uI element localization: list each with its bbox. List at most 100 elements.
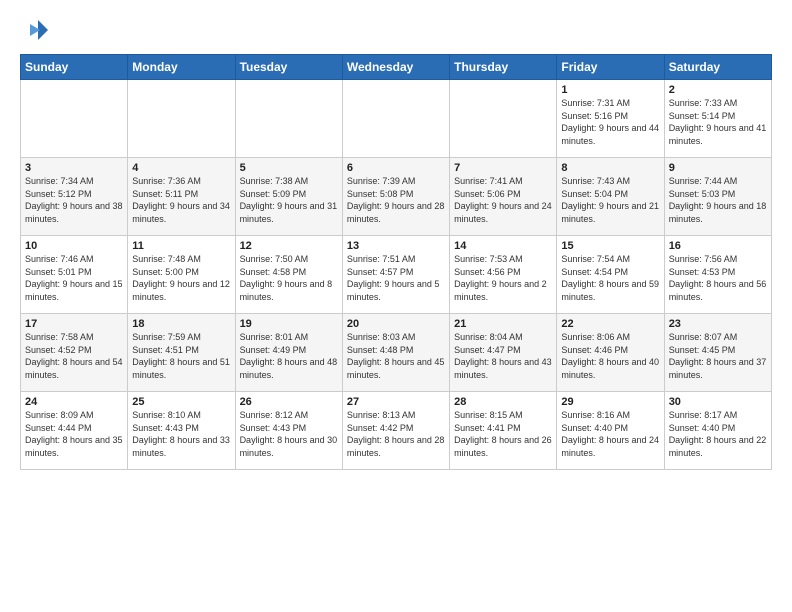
day-number: 10 [25, 240, 123, 252]
calendar-cell: 15Sunrise: 7:54 AM Sunset: 4:54 PM Dayli… [557, 236, 664, 314]
day-number: 6 [347, 162, 445, 174]
day-number: 19 [240, 318, 338, 330]
day-number: 4 [132, 162, 230, 174]
day-number: 25 [132, 396, 230, 408]
calendar-table: SundayMondayTuesdayWednesdayThursdayFrid… [20, 54, 772, 470]
day-number: 27 [347, 396, 445, 408]
page-container: SundayMondayTuesdayWednesdayThursdayFrid… [0, 0, 792, 480]
day-number: 3 [25, 162, 123, 174]
header-cell-wednesday: Wednesday [342, 55, 449, 80]
calendar-cell: 16Sunrise: 7:56 AM Sunset: 4:53 PM Dayli… [664, 236, 771, 314]
calendar-cell: 17Sunrise: 7:58 AM Sunset: 4:52 PM Dayli… [21, 314, 128, 392]
calendar-cell: 9Sunrise: 7:44 AM Sunset: 5:03 PM Daylig… [664, 158, 771, 236]
day-info: Sunrise: 7:50 AM Sunset: 4:58 PM Dayligh… [240, 253, 338, 303]
day-info: Sunrise: 7:48 AM Sunset: 5:00 PM Dayligh… [132, 253, 230, 303]
calendar-week-1: 1Sunrise: 7:31 AM Sunset: 5:16 PM Daylig… [21, 80, 772, 158]
day-info: Sunrise: 8:13 AM Sunset: 4:42 PM Dayligh… [347, 409, 445, 459]
calendar-cell: 29Sunrise: 8:16 AM Sunset: 4:40 PM Dayli… [557, 392, 664, 470]
calendar-cell: 23Sunrise: 8:07 AM Sunset: 4:45 PM Dayli… [664, 314, 771, 392]
calendar-cell: 24Sunrise: 8:09 AM Sunset: 4:44 PM Dayli… [21, 392, 128, 470]
day-info: Sunrise: 8:06 AM Sunset: 4:46 PM Dayligh… [561, 331, 659, 381]
calendar-cell: 11Sunrise: 7:48 AM Sunset: 5:00 PM Dayli… [128, 236, 235, 314]
day-info: Sunrise: 7:56 AM Sunset: 4:53 PM Dayligh… [669, 253, 767, 303]
calendar-cell: 30Sunrise: 8:17 AM Sunset: 4:40 PM Dayli… [664, 392, 771, 470]
header [20, 16, 772, 44]
day-number: 24 [25, 396, 123, 408]
calendar-week-2: 3Sunrise: 7:34 AM Sunset: 5:12 PM Daylig… [21, 158, 772, 236]
calendar-cell: 27Sunrise: 8:13 AM Sunset: 4:42 PM Dayli… [342, 392, 449, 470]
day-number: 8 [561, 162, 659, 174]
calendar-cell: 13Sunrise: 7:51 AM Sunset: 4:57 PM Dayli… [342, 236, 449, 314]
day-number: 15 [561, 240, 659, 252]
header-cell-thursday: Thursday [450, 55, 557, 80]
calendar-cell: 8Sunrise: 7:43 AM Sunset: 5:04 PM Daylig… [557, 158, 664, 236]
day-info: Sunrise: 8:16 AM Sunset: 4:40 PM Dayligh… [561, 409, 659, 459]
calendar-cell: 4Sunrise: 7:36 AM Sunset: 5:11 PM Daylig… [128, 158, 235, 236]
calendar-cell: 5Sunrise: 7:38 AM Sunset: 5:09 PM Daylig… [235, 158, 342, 236]
header-cell-tuesday: Tuesday [235, 55, 342, 80]
day-info: Sunrise: 8:04 AM Sunset: 4:47 PM Dayligh… [454, 331, 552, 381]
header-cell-monday: Monday [128, 55, 235, 80]
calendar-cell: 7Sunrise: 7:41 AM Sunset: 5:06 PM Daylig… [450, 158, 557, 236]
header-cell-saturday: Saturday [664, 55, 771, 80]
calendar-cell: 18Sunrise: 7:59 AM Sunset: 4:51 PM Dayli… [128, 314, 235, 392]
calendar-cell: 26Sunrise: 8:12 AM Sunset: 4:43 PM Dayli… [235, 392, 342, 470]
day-info: Sunrise: 7:39 AM Sunset: 5:08 PM Dayligh… [347, 175, 445, 225]
day-number: 29 [561, 396, 659, 408]
day-number: 22 [561, 318, 659, 330]
calendar-cell: 1Sunrise: 7:31 AM Sunset: 5:16 PM Daylig… [557, 80, 664, 158]
day-info: Sunrise: 7:59 AM Sunset: 4:51 PM Dayligh… [132, 331, 230, 381]
calendar-header-row: SundayMondayTuesdayWednesdayThursdayFrid… [21, 55, 772, 80]
day-number: 23 [669, 318, 767, 330]
day-number: 2 [669, 84, 767, 96]
day-number: 20 [347, 318, 445, 330]
day-info: Sunrise: 7:54 AM Sunset: 4:54 PM Dayligh… [561, 253, 659, 303]
calendar-cell [342, 80, 449, 158]
calendar-week-4: 17Sunrise: 7:58 AM Sunset: 4:52 PM Dayli… [21, 314, 772, 392]
day-info: Sunrise: 8:12 AM Sunset: 4:43 PM Dayligh… [240, 409, 338, 459]
calendar-cell: 25Sunrise: 8:10 AM Sunset: 4:43 PM Dayli… [128, 392, 235, 470]
day-number: 12 [240, 240, 338, 252]
day-number: 9 [669, 162, 767, 174]
day-info: Sunrise: 7:44 AM Sunset: 5:03 PM Dayligh… [669, 175, 767, 225]
calendar-cell: 6Sunrise: 7:39 AM Sunset: 5:08 PM Daylig… [342, 158, 449, 236]
calendar-cell [450, 80, 557, 158]
day-number: 30 [669, 396, 767, 408]
calendar-body: 1Sunrise: 7:31 AM Sunset: 5:16 PM Daylig… [21, 80, 772, 470]
day-info: Sunrise: 8:17 AM Sunset: 4:40 PM Dayligh… [669, 409, 767, 459]
calendar-cell: 28Sunrise: 8:15 AM Sunset: 4:41 PM Dayli… [450, 392, 557, 470]
day-number: 1 [561, 84, 659, 96]
calendar-cell: 19Sunrise: 8:01 AM Sunset: 4:49 PM Dayli… [235, 314, 342, 392]
day-info: Sunrise: 8:09 AM Sunset: 4:44 PM Dayligh… [25, 409, 123, 459]
day-number: 16 [669, 240, 767, 252]
day-info: Sunrise: 7:33 AM Sunset: 5:14 PM Dayligh… [669, 97, 767, 147]
day-info: Sunrise: 7:43 AM Sunset: 5:04 PM Dayligh… [561, 175, 659, 225]
calendar-cell: 10Sunrise: 7:46 AM Sunset: 5:01 PM Dayli… [21, 236, 128, 314]
day-info: Sunrise: 8:10 AM Sunset: 4:43 PM Dayligh… [132, 409, 230, 459]
day-info: Sunrise: 8:01 AM Sunset: 4:49 PM Dayligh… [240, 331, 338, 381]
day-info: Sunrise: 8:03 AM Sunset: 4:48 PM Dayligh… [347, 331, 445, 381]
day-number: 17 [25, 318, 123, 330]
calendar-cell [21, 80, 128, 158]
calendar-week-3: 10Sunrise: 7:46 AM Sunset: 5:01 PM Dayli… [21, 236, 772, 314]
day-info: Sunrise: 7:31 AM Sunset: 5:16 PM Dayligh… [561, 97, 659, 147]
day-number: 13 [347, 240, 445, 252]
calendar-cell: 22Sunrise: 8:06 AM Sunset: 4:46 PM Dayli… [557, 314, 664, 392]
calendar-cell: 20Sunrise: 8:03 AM Sunset: 4:48 PM Dayli… [342, 314, 449, 392]
calendar-cell [128, 80, 235, 158]
day-number: 28 [454, 396, 552, 408]
day-number: 11 [132, 240, 230, 252]
day-info: Sunrise: 7:53 AM Sunset: 4:56 PM Dayligh… [454, 253, 552, 303]
day-number: 5 [240, 162, 338, 174]
day-info: Sunrise: 7:41 AM Sunset: 5:06 PM Dayligh… [454, 175, 552, 225]
day-info: Sunrise: 7:36 AM Sunset: 5:11 PM Dayligh… [132, 175, 230, 225]
logo-icon [20, 16, 48, 44]
calendar-cell: 21Sunrise: 8:04 AM Sunset: 4:47 PM Dayli… [450, 314, 557, 392]
day-number: 14 [454, 240, 552, 252]
header-cell-sunday: Sunday [21, 55, 128, 80]
day-info: Sunrise: 8:15 AM Sunset: 4:41 PM Dayligh… [454, 409, 552, 459]
calendar-cell: 3Sunrise: 7:34 AM Sunset: 5:12 PM Daylig… [21, 158, 128, 236]
day-number: 26 [240, 396, 338, 408]
day-info: Sunrise: 8:07 AM Sunset: 4:45 PM Dayligh… [669, 331, 767, 381]
calendar-cell: 12Sunrise: 7:50 AM Sunset: 4:58 PM Dayli… [235, 236, 342, 314]
